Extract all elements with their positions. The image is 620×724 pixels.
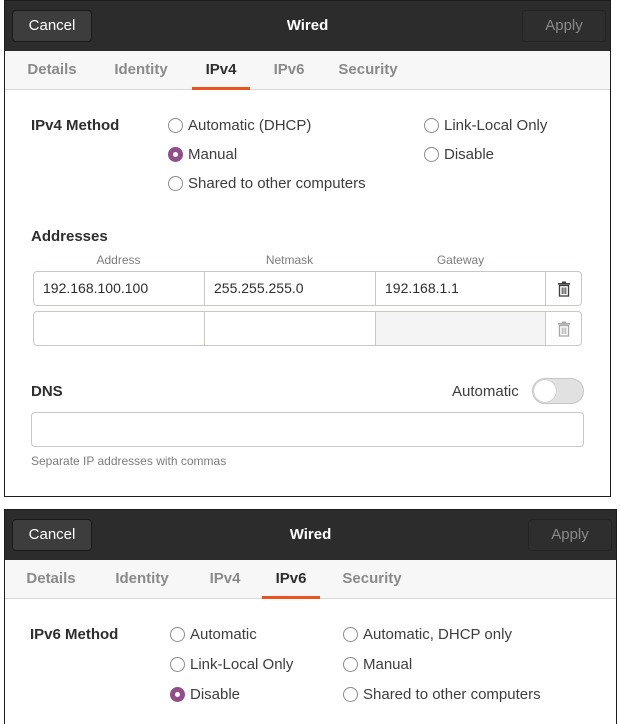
tab-bar: Details Identity IPv4 IPv6 Security	[5, 560, 616, 599]
radio-label: Disable	[190, 686, 241, 703]
radio-label: Disable	[444, 146, 495, 163]
radio-circle	[343, 657, 358, 672]
column-header-address: Address	[96, 253, 141, 267]
column-header-gateway: Gateway	[436, 253, 485, 267]
radio-automatic-dhcp[interactable]: Automatic (DHCP)	[168, 116, 311, 136]
addresses-label: Addresses	[31, 228, 108, 245]
tab-security[interactable]: Security	[339, 560, 405, 598]
radio-label: Link-Local Only	[190, 656, 294, 673]
radio-circle	[343, 687, 358, 702]
dns-automatic-label: Automatic	[452, 383, 519, 400]
tab-ipv6[interactable]: IPv6	[267, 51, 311, 89]
column-header-netmask: Netmask	[265, 253, 314, 267]
switch-knob	[534, 380, 556, 402]
tab-security[interactable]: Security	[335, 51, 401, 89]
radio-label: Link-Local Only	[444, 117, 548, 134]
radio-label: Automatic (DHCP)	[188, 117, 312, 134]
tab-details[interactable]: Details	[21, 560, 81, 598]
wired-settings-dialog-ipv4: Wired Cancel Apply Details Identity IPv4…	[4, 0, 611, 497]
tab-details[interactable]: Details	[22, 51, 82, 89]
delete-address-button[interactable]	[546, 271, 582, 306]
radio-automatic[interactable]: Automatic	[170, 625, 257, 645]
radio-circle	[343, 627, 358, 642]
gateway-input-empty[interactable]	[375, 311, 546, 346]
address-input[interactable]: 192.168.100.100	[33, 271, 205, 306]
netmask-input-empty[interactable]	[204, 311, 376, 346]
radio-disable[interactable]: Disable	[170, 685, 240, 705]
dns-automatic-switch[interactable]	[532, 378, 584, 404]
tab-ipv4[interactable]: IPv4	[192, 51, 250, 90]
dialog-title: Wired	[286, 17, 329, 34]
radio-link-local-only[interactable]: Link-Local Only	[424, 116, 547, 136]
dns-input[interactable]	[31, 412, 584, 447]
radio-circle	[168, 176, 183, 191]
tab-ipv6[interactable]: IPv6	[262, 560, 320, 599]
radio-label: Shared to other computers	[363, 686, 541, 703]
tab-identity[interactable]: Identity	[108, 51, 174, 89]
radio-shared-to-other-computers[interactable]: Shared to other computers	[168, 174, 366, 194]
tab-identity[interactable]: Identity	[109, 560, 175, 598]
dns-hint: Separate IP addresses with commas	[31, 454, 227, 468]
address-input-empty[interactable]	[33, 311, 205, 346]
titlebar: Wired Cancel Apply	[5, 510, 616, 560]
radio-label: Automatic	[190, 626, 257, 643]
ipv4-method-label: IPv4 Method	[31, 117, 120, 134]
cancel-button[interactable]: Cancel	[12, 10, 92, 42]
dns-label: DNS	[31, 383, 63, 400]
gateway-input[interactable]: 192.168.1.1	[375, 271, 546, 306]
titlebar: Wired Cancel Apply	[5, 1, 610, 51]
radio-circle	[424, 118, 439, 133]
radio-automatic-dhcp-only[interactable]: Automatic, DHCP only	[343, 625, 512, 645]
radio-label: Automatic, DHCP only	[363, 626, 512, 643]
radio-link-local-only[interactable]: Link-Local Only	[170, 655, 293, 675]
ipv6-method-label: IPv6 Method	[30, 626, 119, 643]
radio-manual[interactable]: Manual	[168, 145, 237, 165]
radio-circle	[168, 147, 183, 162]
apply-button[interactable]: Apply	[522, 10, 606, 42]
delete-address-button-disabled[interactable]	[546, 311, 582, 346]
radio-circle	[424, 147, 439, 162]
wired-settings-dialog-ipv6: Wired Cancel Apply Details Identity IPv4…	[4, 509, 617, 724]
radio-circle	[170, 627, 185, 642]
radio-circle	[170, 657, 185, 672]
radio-label: Manual	[363, 656, 413, 673]
tab-bar: Details Identity IPv4 IPv6 Security	[5, 51, 610, 90]
trash-icon	[557, 321, 570, 337]
tab-ipv4[interactable]: IPv4	[203, 560, 247, 598]
radio-label: Shared to other computers	[188, 175, 366, 192]
cancel-button[interactable]: Cancel	[12, 519, 92, 551]
radio-shared-to-other-computers[interactable]: Shared to other computers	[343, 685, 541, 705]
radio-disable[interactable]: Disable	[424, 145, 494, 165]
netmask-input[interactable]: 255.255.255.0	[204, 271, 376, 306]
trash-icon	[557, 281, 570, 297]
radio-label: Manual	[188, 146, 238, 163]
apply-button[interactable]: Apply	[528, 519, 612, 551]
radio-circle	[170, 687, 185, 702]
radio-manual[interactable]: Manual	[343, 655, 412, 675]
radio-circle	[168, 118, 183, 133]
dialog-title: Wired	[289, 526, 332, 543]
